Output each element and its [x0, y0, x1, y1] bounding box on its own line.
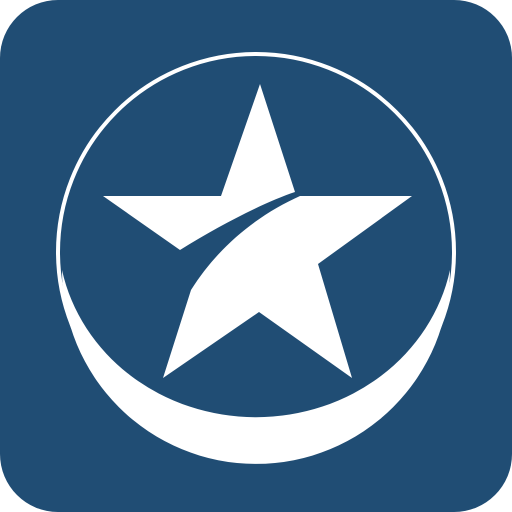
- app-icon[interactable]: [0, 0, 512, 512]
- app-icon-graphic: [0, 0, 512, 512]
